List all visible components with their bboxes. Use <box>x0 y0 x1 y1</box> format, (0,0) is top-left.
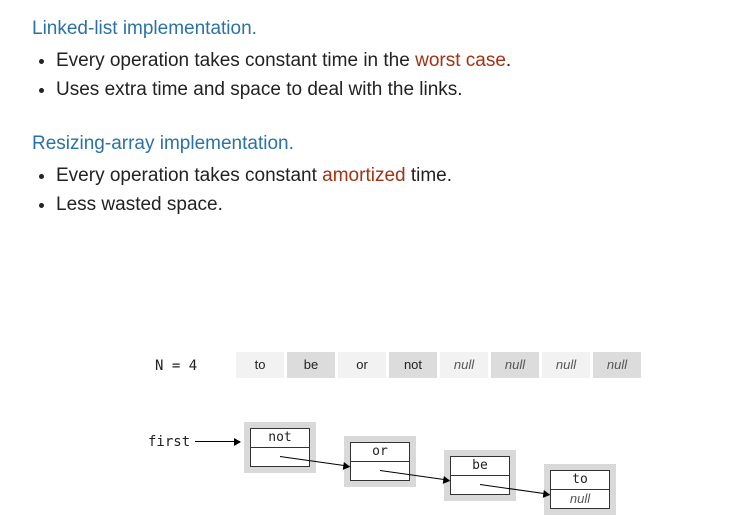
array-cell-null: null <box>491 352 542 378</box>
amortized-text: amortized <box>322 165 405 186</box>
ll-bullet-2: Uses extra time and space to deal with t… <box>56 75 704 104</box>
array-cell: not <box>389 352 440 378</box>
node-value: be <box>450 456 510 475</box>
array-cell: or <box>338 352 389 378</box>
ll-bullet-1: Every operation takes constant time in t… <box>56 46 704 75</box>
diagram: N = 4 to be or not null null null null f… <box>120 352 720 512</box>
slide-page: Linked-list implementation. Every operat… <box>0 0 736 525</box>
node-value: or <box>350 442 410 461</box>
list-node: to null <box>544 464 616 515</box>
array-cell: be <box>287 352 338 378</box>
array-row: to be or not null null null null <box>236 352 644 378</box>
arrow-icon <box>195 441 240 442</box>
heading-resizing-array: Resizing-array implementation. <box>32 133 704 155</box>
bullets-linked-list: Every operation takes constant time in t… <box>56 46 704 105</box>
ra-b1-post: time. <box>406 165 452 186</box>
array-cell-null: null <box>593 352 644 378</box>
node-value: to <box>550 470 610 489</box>
bullets-resizing-array: Every operation takes constant amortized… <box>56 161 704 220</box>
ll-b1-post: . <box>506 50 511 71</box>
list-node: be <box>444 450 516 501</box>
ra-bullet-1: Every operation takes constant amortized… <box>56 161 704 190</box>
list-node: not <box>244 422 316 473</box>
first-label: first <box>148 434 190 450</box>
n-label: N = 4 <box>155 358 197 374</box>
ra-b1-pre: Every operation takes constant <box>56 165 322 186</box>
array-cell-null: null <box>440 352 491 378</box>
list-node: or <box>344 436 416 487</box>
ll-b1-pre: Every operation takes constant time in t… <box>56 50 415 71</box>
array-cell: to <box>236 352 287 378</box>
node-value: not <box>250 428 310 447</box>
array-cell-null: null <box>542 352 593 378</box>
node-next: null <box>550 489 610 509</box>
worst-case-text: worst case <box>415 50 506 71</box>
ra-bullet-2: Less wasted space. <box>56 190 704 219</box>
heading-linked-list: Linked-list implementation. <box>32 18 704 40</box>
